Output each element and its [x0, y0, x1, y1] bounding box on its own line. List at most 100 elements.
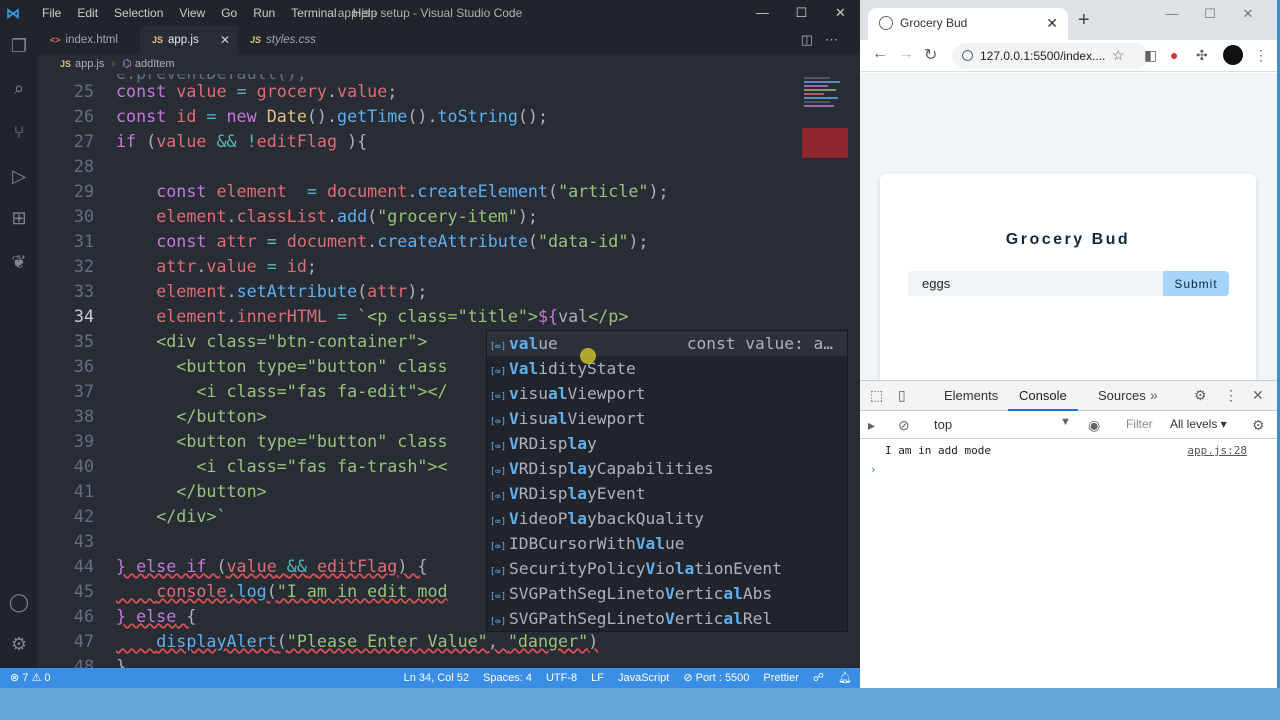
back-arrow-icon[interactable]: ← — [872, 45, 888, 63]
chevron-down-icon[interactable]: ▼ — [1060, 416, 1071, 428]
maximize-icon[interactable]: ☐ — [782, 0, 821, 26]
close-icon[interactable]: ✕ — [1229, 6, 1267, 22]
tab-label: app.js — [168, 34, 199, 46]
extension-icon[interactable]: ◧ — [1144, 47, 1157, 64]
log-levels-select[interactable]: All levels ▾ — [1170, 417, 1227, 431]
tab-sources[interactable]: Sources — [1086, 381, 1158, 411]
indentation[interactable]: Spaces: 4 — [483, 668, 532, 688]
menu-terminal[interactable]: Terminal — [283, 0, 344, 26]
js-file-icon: JS — [60, 59, 72, 69]
breadcrumb-file[interactable]: app.js — [75, 58, 104, 70]
context-select[interactable]: top — [934, 417, 952, 432]
menu-run[interactable]: Run — [245, 0, 283, 26]
color-picker-icon[interactable]: ● — [1170, 47, 1178, 63]
close-icon[interactable]: ✕ — [821, 0, 860, 26]
line-ending[interactable]: LF — [591, 668, 604, 688]
tab-styles-css[interactable]: JS styles.css — [238, 26, 348, 54]
more-actions-icon[interactable]: ⋯ — [825, 32, 850, 47]
suggestion-text: ertic — [674, 584, 724, 603]
menu-selection[interactable]: Selection — [106, 0, 171, 26]
site-info-icon[interactable] — [962, 50, 973, 61]
sidebar-toggle-icon[interactable]: ▸ — [868, 417, 875, 434]
browser-tab[interactable]: Grocery Bud ✕ — [868, 8, 1068, 40]
filter-input[interactable]: Filter — [1126, 417, 1153, 431]
suggestion-text: ybackQuality — [586, 509, 704, 528]
kebab-menu-icon[interactable]: ⋮ — [1224, 387, 1238, 404]
tab-app-js[interactable]: JS app.js ✕ — [140, 26, 238, 54]
submit-button[interactable]: Submit — [1163, 271, 1229, 296]
editor-scrollbar[interactable] — [848, 74, 860, 668]
reload-icon[interactable]: ↻ — [924, 45, 937, 65]
suggestion-item[interactable]: [∞] IDBCursorWithValue — [487, 531, 847, 556]
menu-edit[interactable]: Edit — [69, 0, 106, 26]
console-prompt-icon[interactable]: › — [870, 463, 877, 476]
extensions-icon[interactable]: ⊞ — [7, 206, 31, 230]
menu-file[interactable]: File — [34, 0, 69, 26]
maximize-icon[interactable]: ☐ — [1191, 6, 1229, 22]
breadcrumb-symbol[interactable]: addItem — [135, 58, 175, 70]
line-number: 40 — [73, 456, 94, 476]
run-debug-icon[interactable]: ▷ — [7, 164, 31, 188]
settings-gear-icon[interactable]: ⚙ — [1252, 417, 1265, 434]
suggestion-match: V — [664, 609, 675, 628]
more-tabs-icon[interactable]: » — [1150, 387, 1158, 403]
suggestion-item[interactable]: [∞] visualViewport — [487, 381, 847, 406]
activity-bar: ❐ ⌕ ⑂ ▷ ⊞ ❦ ◯ ⚙ — [0, 26, 38, 668]
settings-gear-icon[interactable]: ⚙ — [7, 632, 31, 656]
problems-indicator[interactable]: ⊗ 7 ⚠ 0 — [10, 668, 50, 688]
encoding[interactable]: UTF-8 — [546, 668, 577, 688]
notifications-bell-icon[interactable]: 🔔︎ — [838, 668, 852, 688]
extensions-puzzle-icon[interactable]: ✣ — [1196, 47, 1208, 64]
forward-arrow-icon[interactable]: → — [898, 45, 914, 63]
search-icon[interactable]: ⌕ — [7, 76, 31, 100]
tab-console[interactable]: Console — [1008, 381, 1078, 411]
suggestion-item[interactable]: [∞] VisualViewport — [487, 406, 847, 431]
profile-avatar[interactable] — [1223, 45, 1243, 65]
eye-icon[interactable]: ◉ — [1088, 417, 1100, 434]
menu-go[interactable]: Go — [213, 0, 245, 26]
minimap[interactable] — [800, 74, 850, 164]
feedback-icon[interactable]: ☍ — [813, 668, 824, 688]
suggestion-item[interactable]: [∞] VideoPlaybackQuality — [487, 506, 847, 531]
tab-elements[interactable]: Elements — [932, 381, 1010, 411]
menu-view[interactable]: View — [171, 0, 213, 26]
suggestion-item[interactable]: [∞] SVGPathSegLinetoVerticalAbs — [487, 581, 847, 606]
tab-index-html[interactable]: <> index.html — [38, 26, 140, 54]
source-control-icon[interactable]: ⑂ — [7, 120, 31, 144]
clear-console-icon[interactable]: ⊘ — [898, 417, 910, 434]
account-icon[interactable]: ◯ — [7, 590, 31, 614]
inspect-element-icon[interactable]: ⬚ — [870, 387, 883, 404]
close-tab-icon[interactable]: ✕ — [220, 26, 230, 54]
code-line: <i class="fas fa-edit"></ — [196, 381, 448, 401]
console-log-source[interactable]: app.js:28 — [1187, 444, 1247, 457]
suggestion-match: al — [723, 609, 743, 628]
grocery-input[interactable] — [908, 271, 1163, 296]
new-tab-icon[interactable]: + — [1078, 9, 1090, 32]
menu-help[interactable]: Help — [345, 0, 386, 26]
line-number: 27 — [73, 131, 94, 151]
close-icon[interactable]: ✕ — [1252, 387, 1264, 404]
star-bookmark-icon[interactable]: ☆ — [1112, 47, 1125, 64]
suggestion-item[interactable]: [∞] SVGPathSegLinetoVerticalRel — [487, 606, 847, 631]
live-server-port[interactable]: ⊘ Port : 5500 — [683, 668, 749, 688]
cursor-position[interactable]: Ln 34, Col 52 — [404, 668, 469, 688]
language-mode[interactable]: JavaScript — [618, 668, 669, 688]
close-tab-icon[interactable]: ✕ — [1046, 8, 1058, 38]
suggestion-item[interactable]: [∞] value const value: a… — [487, 331, 847, 356]
split-editor-icon[interactable]: ◫ — [801, 32, 825, 47]
minimize-icon[interactable]: — — [1153, 6, 1191, 22]
devtools-panel: ⬚ ▯ Elements Console Sources » ⚙ ⋮ ✕ ▸ ⊘… — [860, 380, 1277, 688]
suggestion-item[interactable]: [∞] VRDisplayCapabilities — [487, 456, 847, 481]
explorer-icon[interactable]: ❐ — [7, 34, 31, 58]
suggestion-text: ue — [664, 534, 685, 553]
settings-gear-icon[interactable]: ⚙ — [1194, 387, 1207, 404]
prettier-status[interactable]: Prettier — [763, 668, 798, 688]
suggestion-item[interactable]: [∞] VRDisplayEvent — [487, 481, 847, 506]
suggestion-item[interactable]: [∞] ValidityState — [487, 356, 847, 381]
mongodb-icon[interactable]: ❦ — [7, 250, 31, 274]
minimize-icon[interactable]: — — [743, 0, 782, 26]
suggestion-item[interactable]: [∞] VRDisplay — [487, 431, 847, 456]
kebab-menu-icon[interactable]: ⋮ — [1254, 47, 1268, 64]
device-toolbar-icon[interactable]: ▯ — [898, 387, 906, 404]
suggestion-item[interactable]: [∞] SecurityPolicyViolationEvent — [487, 556, 847, 581]
